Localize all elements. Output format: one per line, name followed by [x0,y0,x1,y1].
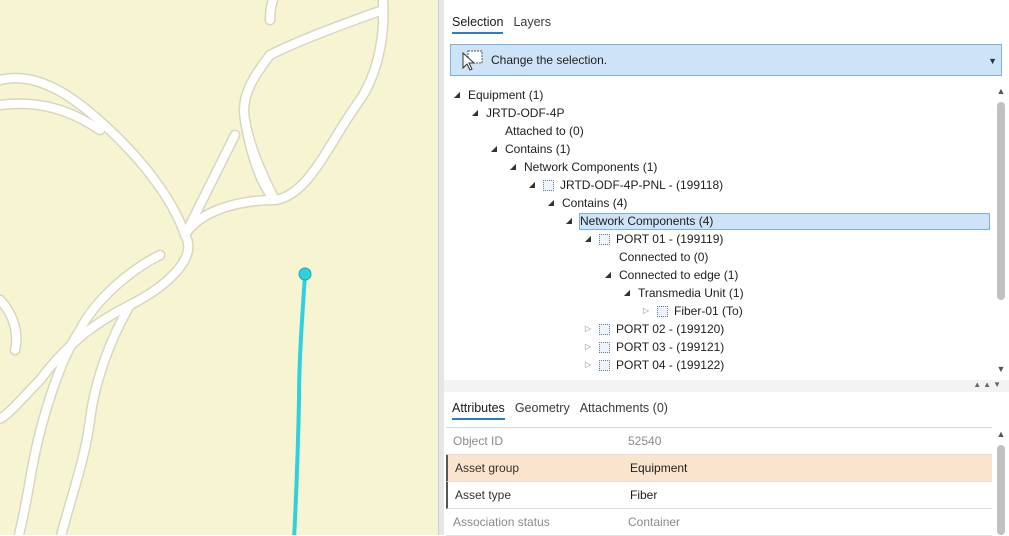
collapsed-triangle-icon[interactable]: ▷ [583,320,593,338]
attribute-row-object-id[interactable]: Object ID 52540 [446,428,992,455]
tree-node-network-components-4[interactable]: ◢ Network Components (4) [564,212,713,230]
fiber-line [292,274,307,535]
expanded-triangle-icon[interactable]: ◢ [508,158,518,176]
attribute-row-association-status[interactable]: Association status Container [446,509,992,536]
scroll-thumb[interactable] [997,445,1005,535]
change-selection-label: Change the selection. [491,53,608,67]
tab-selection[interactable]: Selection [452,13,504,34]
bottom-tab-strip: Attributes Geometry Attachments (0) [452,399,668,420]
feature-icon [599,323,610,335]
tree-node-contains-4[interactable]: ◢ Contains (4) [546,194,627,212]
resize-arrows-icon[interactable]: ▲▲▼ [973,380,1003,389]
expanded-triangle-icon[interactable]: ◢ [583,230,593,248]
tree-node-fiber01[interactable]: ▷ Fiber-01 (To) [641,302,743,320]
chevron-down-icon: ▼ [988,56,997,66]
collapsed-triangle-icon[interactable]: ▷ [641,302,651,320]
attributes-pane: Selection Layers Change the selection. ▼… [444,0,1009,536]
expanded-triangle-icon[interactable]: ◢ [546,194,556,212]
feature-icon [657,305,668,317]
map-canvas[interactable] [0,0,438,535]
scroll-down-icon[interactable]: ▼ [994,364,1008,374]
tree-node-port04[interactable]: ▷ PORT 04 - (199122) [583,356,724,374]
attribute-table: Object ID 52540 Asset group Equipment As… [446,427,992,536]
select-cursor-icon [462,50,483,71]
tree-node-port01[interactable]: ◢ PORT 01 - (199119) [583,230,723,248]
tree-node-jrtd-odf[interactable]: ◢ JRTD-ODF-4P [470,104,565,122]
tree-node-port03[interactable]: ▷ PORT 03 - (199121) [583,338,724,356]
attribute-row-asset-type[interactable]: Asset type Fiber [446,482,992,509]
tree-node-contains-1[interactable]: ◢ Contains (1) [489,140,570,158]
selection-tree: ◢ Equipment (1) ◢ JRTD-ODF-4P Attached t… [450,84,992,380]
expanded-triangle-icon[interactable]: ◢ [470,104,480,122]
tree-node-port02[interactable]: ▷ PORT 02 - (199120) [583,320,724,338]
expanded-triangle-icon[interactable]: ◢ [489,140,499,158]
tree-node-network-components-1[interactable]: ◢ Network Components (1) [508,158,657,176]
scroll-thumb[interactable] [997,102,1005,300]
feature-icon [599,359,610,371]
collapsed-triangle-icon[interactable]: ▷ [583,356,593,374]
fiber-endpoint [298,267,312,281]
tab-attributes[interactable]: Attributes [452,399,505,420]
scroll-up-icon[interactable]: ▲ [994,86,1008,96]
expanded-triangle-icon[interactable]: ◢ [452,86,462,104]
tree-node-equipment[interactable]: ◢ Equipment (1) [452,86,543,104]
scroll-up-icon[interactable]: ▲ [994,429,1008,439]
tree-scrollbar[interactable]: ▲ ▼ [994,84,1008,376]
tree-node-transmedia-unit[interactable]: ◢ Transmedia Unit (1) [622,284,744,302]
attribute-scrollbar[interactable]: ▲ [994,427,1008,535]
pane-resize-bar[interactable]: ▲▲▼ [444,380,1009,392]
feature-icon [599,341,610,353]
expanded-triangle-icon[interactable]: ◢ [622,284,632,302]
expanded-triangle-icon[interactable]: ◢ [603,266,613,284]
tree-node-attached-to[interactable]: Attached to (0) [505,122,584,140]
tab-layers[interactable]: Layers [513,13,551,34]
feature-icon [599,233,610,245]
collapsed-triangle-icon[interactable]: ▷ [583,338,593,356]
map-view[interactable] [0,0,438,535]
tab-geometry[interactable]: Geometry [515,399,570,420]
top-tab-strip: Selection Layers [452,13,551,34]
feature-icon [543,179,554,191]
change-selection-dropdown[interactable]: Change the selection. ▼ [450,44,1002,76]
tree-node-connected-to[interactable]: Connected to (0) [619,248,708,266]
tree-node-panel[interactable]: ◢ JRTD-ODF-4P-PNL - (199118) [527,176,723,194]
tree-node-connected-to-edge[interactable]: ◢ Connected to edge (1) [603,266,739,284]
expanded-triangle-icon[interactable]: ◢ [564,212,574,230]
expanded-triangle-icon[interactable]: ◢ [527,176,537,194]
attribute-row-asset-group[interactable]: Asset group Equipment [446,455,992,482]
tab-attachments[interactable]: Attachments (0) [580,399,668,420]
